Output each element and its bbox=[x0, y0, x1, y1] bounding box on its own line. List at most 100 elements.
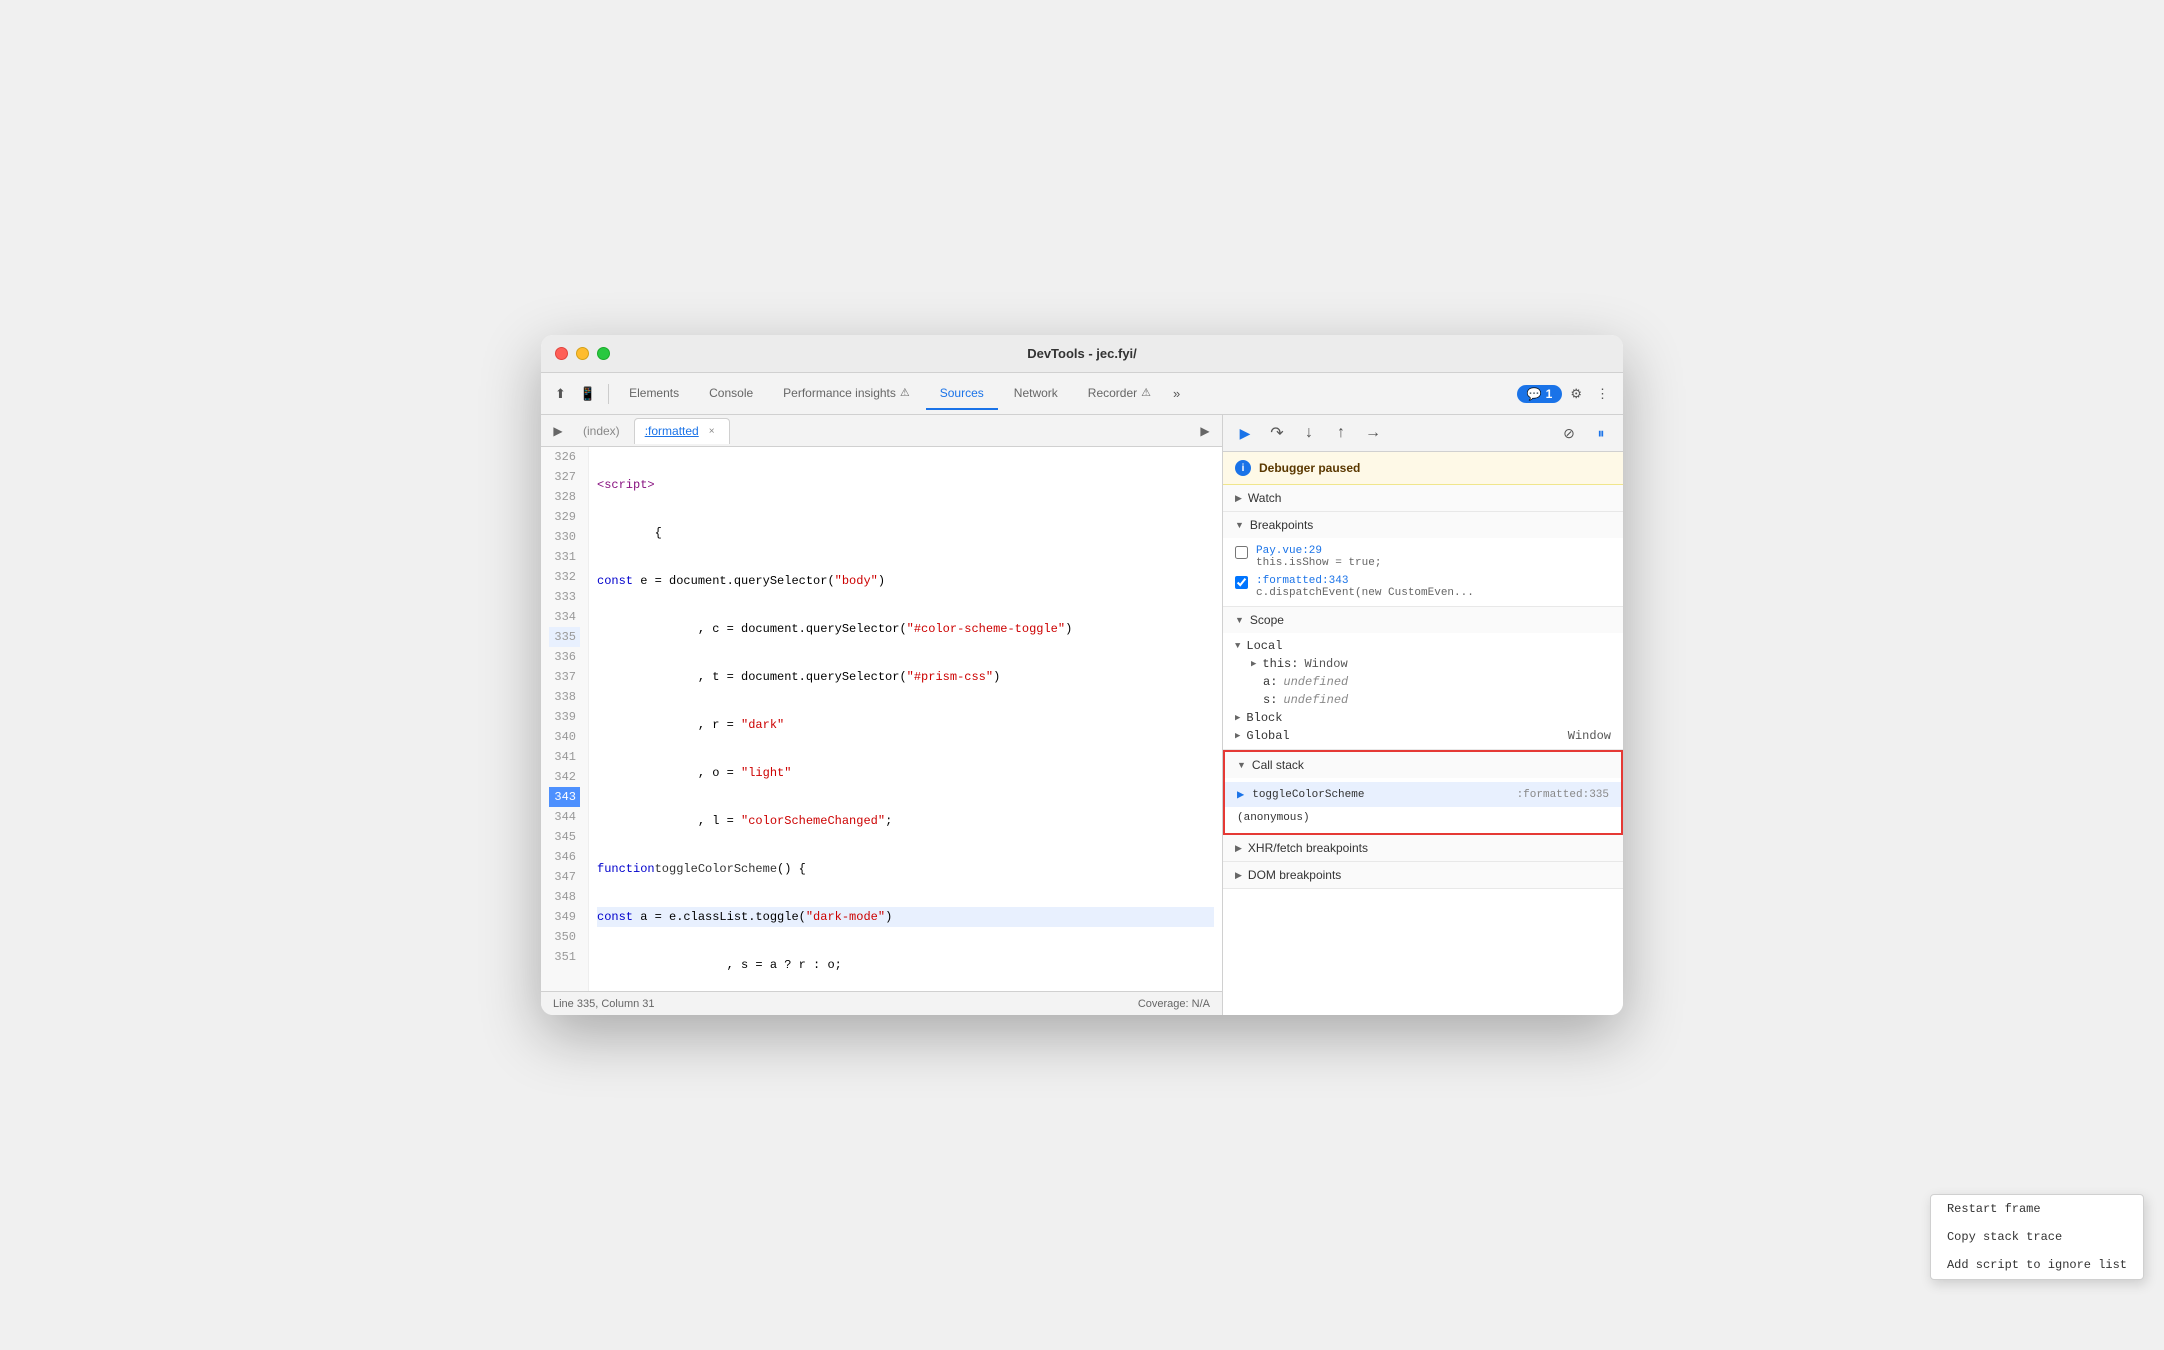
callstack-loc-1: :formatted:335 bbox=[1517, 789, 1609, 801]
cursor-position: Line 335, Column 31 bbox=[553, 998, 655, 1010]
tab-performance-insights[interactable]: Performance insights ⚠ bbox=[769, 378, 924, 410]
global-val: Window bbox=[1568, 729, 1611, 743]
code-line-333: , l = "colorSchemeChanged"; bbox=[597, 811, 1214, 831]
breakpoint-1-checkbox[interactable] bbox=[1235, 546, 1248, 559]
tab-network[interactable]: Network bbox=[1000, 378, 1072, 410]
watch-section: ▶ Watch bbox=[1223, 485, 1623, 512]
dom-header[interactable]: ▶ DOM breakpoints bbox=[1223, 862, 1623, 888]
toolbar-separator bbox=[608, 384, 609, 404]
info-icon: i bbox=[1235, 460, 1251, 476]
device-toggle-button[interactable]: 📱 bbox=[574, 382, 602, 406]
more-options-icon: ⋮ bbox=[1596, 386, 1609, 402]
breakpoint-2-code: c.dispatchEvent(new CustomEven... bbox=[1256, 587, 1611, 599]
breakpoints-label: Breakpoints bbox=[1250, 518, 1313, 532]
tab-sources[interactable]: Sources bbox=[926, 378, 998, 410]
more-options-button[interactable]: ⋮ bbox=[1590, 382, 1615, 406]
breakpoints-content: Pay.vue:29 this.isShow = true; :formatte… bbox=[1223, 538, 1623, 606]
step-over-button[interactable]: ↷ bbox=[1263, 419, 1291, 447]
status-bar: Line 335, Column 31 Coverage: N/A bbox=[541, 991, 1222, 1015]
navigate-button[interactable]: ▶ bbox=[1194, 420, 1216, 442]
step-button[interactable]: → bbox=[1359, 419, 1387, 447]
breakpoint-2-name: :formatted:343 bbox=[1256, 575, 1611, 587]
watch-header[interactable]: ▶ Watch bbox=[1223, 485, 1623, 511]
breakpoint-item-1: Pay.vue:29 this.isShow = true; bbox=[1223, 542, 1623, 572]
tab-console[interactable]: Console bbox=[695, 378, 767, 410]
watch-arrow: ▶ bbox=[1235, 493, 1242, 504]
chat-icon: 💬 bbox=[1527, 387, 1542, 401]
this-expand-icon: ▶ bbox=[1251, 659, 1256, 669]
scope-section: ▼ Scope ▼ Local ▶ this: Window bbox=[1223, 607, 1623, 750]
step-into-button[interactable]: ↓ bbox=[1295, 419, 1323, 447]
step-out-button[interactable]: ↑ bbox=[1327, 419, 1355, 447]
resume-icon: ▶ bbox=[1240, 425, 1251, 442]
maximize-button[interactable] bbox=[597, 347, 610, 360]
block-arrow: ▶ bbox=[1235, 713, 1240, 723]
block-section-header[interactable]: ▶ Block bbox=[1223, 709, 1623, 727]
scope-header[interactable]: ▼ Scope bbox=[1223, 607, 1623, 633]
local-section-header[interactable]: ▼ Local bbox=[1223, 637, 1623, 655]
breakpoint-1-code: this.isShow = true; bbox=[1256, 557, 1611, 569]
more-tabs-button[interactable]: » bbox=[1167, 382, 1186, 405]
code-content[interactable]: <script> { const e = document.querySelec… bbox=[589, 447, 1222, 991]
chat-badge: 1 bbox=[1546, 387, 1553, 401]
resume-button[interactable]: ▶ bbox=[1231, 419, 1259, 447]
pause-on-exception-button[interactable]: ⏸ bbox=[1587, 419, 1615, 447]
code-line-335: const a = e.classList.toggle("dark-mode"… bbox=[597, 907, 1214, 927]
code-line-327: { bbox=[597, 523, 1214, 543]
close-tab-button[interactable]: × bbox=[705, 424, 719, 438]
callstack-header[interactable]: ▼ Call stack bbox=[1225, 752, 1621, 778]
traffic-lights bbox=[555, 347, 610, 360]
code-line-331: , r = "dark" bbox=[597, 715, 1214, 735]
breakpoints-header[interactable]: ▼ Breakpoints bbox=[1223, 512, 1623, 538]
callstack-name-2: (anonymous) bbox=[1237, 812, 1609, 824]
cursor-tool-button[interactable]: ⬆ bbox=[549, 382, 572, 406]
deactivate-button[interactable]: ⊘ bbox=[1555, 419, 1583, 447]
main-toolbar: ⬆ 📱 Elements Console Performance insight… bbox=[541, 373, 1623, 415]
code-editor[interactable]: 326 327 328 329 330 331 332 333 334 335 … bbox=[541, 447, 1222, 991]
titlebar: DevTools - jec.fyi/ bbox=[541, 335, 1623, 373]
file-tabs-bar: ▶ (index) :formatted × ▶ bbox=[541, 415, 1222, 447]
tab-network-label: Network bbox=[1014, 386, 1058, 400]
chat-button[interactable]: 💬 1 bbox=[1517, 385, 1563, 403]
callstack-arrow: ▼ bbox=[1237, 760, 1246, 770]
step-into-icon: ↓ bbox=[1305, 424, 1313, 442]
this-key: this: bbox=[1262, 657, 1298, 671]
index-tab-label: (index) bbox=[583, 424, 620, 438]
watch-label: Watch bbox=[1248, 491, 1282, 505]
close-button[interactable] bbox=[555, 347, 568, 360]
tab-performance-insights-label: Performance insights bbox=[783, 386, 896, 400]
more-tabs-icon: » bbox=[1173, 386, 1180, 401]
s-val: undefined bbox=[1283, 693, 1348, 707]
performance-warning-icon: ⚠ bbox=[900, 386, 910, 399]
xhr-header[interactable]: ▶ XHR/fetch breakpoints bbox=[1223, 835, 1623, 861]
tab-elements[interactable]: Elements bbox=[615, 378, 693, 410]
code-line-336: , s = a ? r : o; bbox=[597, 955, 1214, 975]
breakpoints-section: ▼ Breakpoints Pay.vue:29 this.isShow = t… bbox=[1223, 512, 1623, 607]
a-key: a: bbox=[1263, 675, 1277, 689]
scope-arrow: ▼ bbox=[1235, 615, 1244, 625]
settings-icon: ⚙ bbox=[1570, 386, 1582, 402]
index-tab[interactable]: (index) bbox=[573, 422, 630, 440]
callstack-item-1[interactable]: ▶ toggleColorScheme :formatted:335 bbox=[1225, 782, 1621, 807]
sidebar-icon: ▶ bbox=[553, 424, 562, 438]
block-label: Block bbox=[1246, 711, 1282, 725]
debugger-toolbar: ▶ ↷ ↓ ↑ → ⊘ ⏸ bbox=[1223, 415, 1623, 452]
global-section-header[interactable]: ▶ Global Window bbox=[1223, 727, 1623, 745]
deactivate-icon: ⊘ bbox=[1563, 425, 1575, 442]
device-icon: 📱 bbox=[580, 386, 596, 402]
breakpoints-arrow: ▼ bbox=[1235, 520, 1244, 530]
current-frame-icon: ▶ bbox=[1237, 787, 1244, 802]
editor-panel: ▶ (index) :formatted × ▶ 326 327 bbox=[541, 415, 1223, 1015]
sidebar-toggle-button[interactable]: ▶ bbox=[547, 420, 569, 442]
dom-label: DOM breakpoints bbox=[1248, 868, 1341, 882]
formatted-tab-label: :formatted bbox=[645, 424, 699, 438]
breakpoint-2-checkbox[interactable] bbox=[1235, 576, 1248, 589]
callstack-item-2[interactable]: (anonymous) Restart frame Copy stack tra… bbox=[1225, 807, 1621, 829]
formatted-tab[interactable]: :formatted × bbox=[634, 418, 730, 444]
tab-recorder[interactable]: Recorder ⚠ bbox=[1074, 378, 1165, 410]
code-line-328: const e = document.querySelector("body") bbox=[597, 571, 1214, 591]
debugger-panel: ▶ ↷ ↓ ↑ → ⊘ ⏸ bbox=[1223, 415, 1623, 1015]
settings-button[interactable]: ⚙ bbox=[1564, 382, 1588, 406]
minimize-button[interactable] bbox=[576, 347, 589, 360]
main-content: ▶ (index) :formatted × ▶ 326 327 bbox=[541, 415, 1623, 1015]
